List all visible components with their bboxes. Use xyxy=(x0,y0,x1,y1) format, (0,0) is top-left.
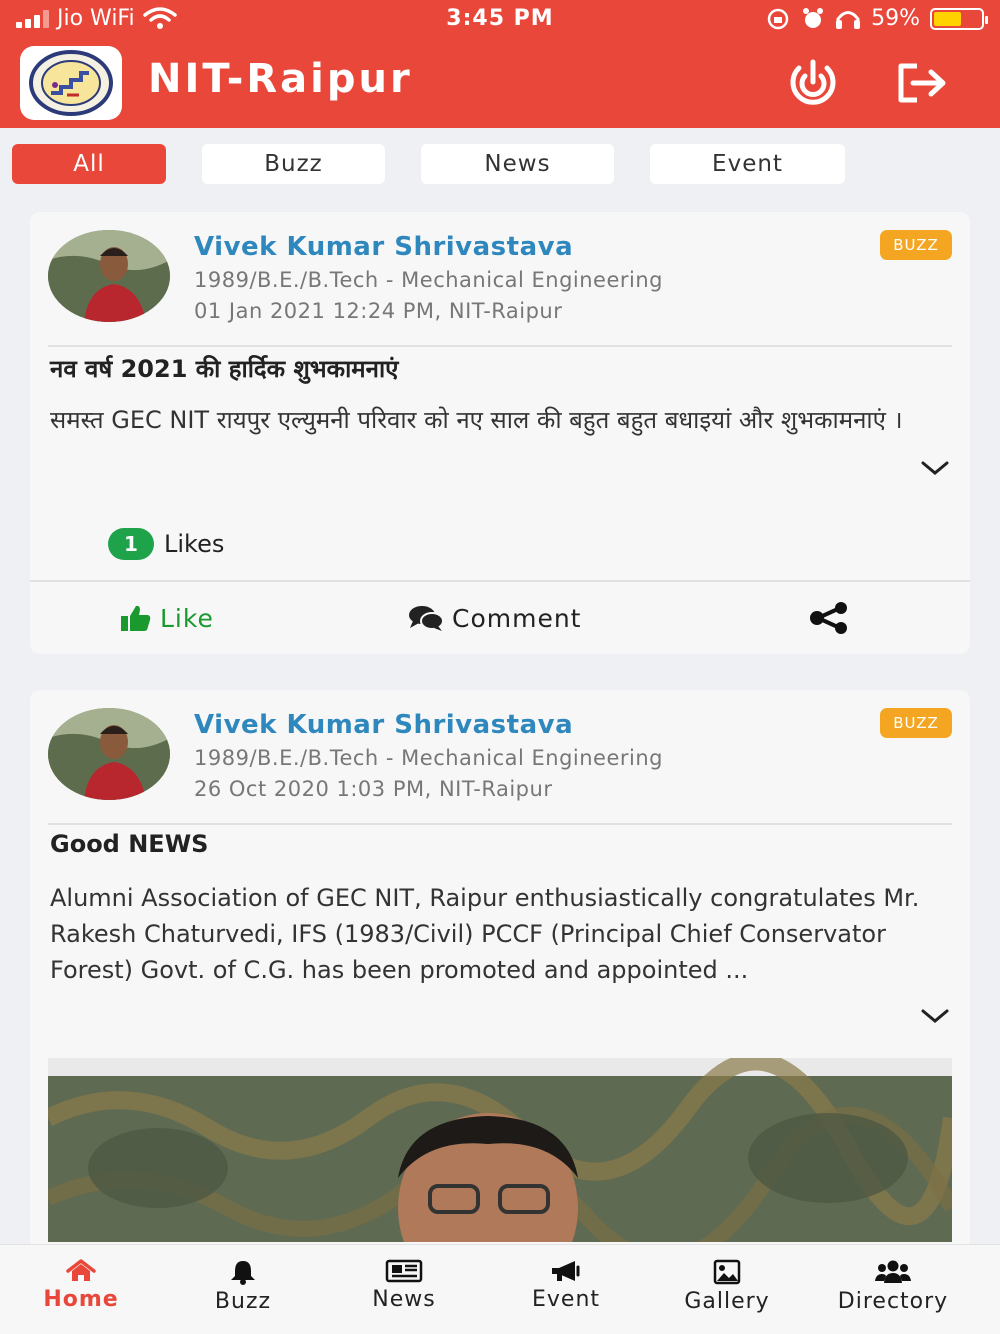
nav-home[interactable]: Home xyxy=(40,1259,122,1312)
comment-label: Comment xyxy=(452,603,582,633)
status-badge: BUZZ xyxy=(880,708,952,738)
battery-fill xyxy=(934,11,962,26)
post-timestamp: 01 Jan 2021 12:24 PM, NIT-Raipur xyxy=(194,299,563,323)
divider xyxy=(48,345,952,347)
nav-gallery-label: Gallery xyxy=(684,1289,770,1314)
megaphone-icon xyxy=(552,1261,580,1281)
post-image[interactable] xyxy=(48,1058,952,1242)
author-details: 1989/B.E./B.Tech - Mechanical Engineerin… xyxy=(194,268,663,292)
share-button[interactable] xyxy=(808,582,850,654)
comment-button[interactable]: Comment xyxy=(408,582,582,654)
thumbs-up-icon xyxy=(121,605,151,631)
tab-buzz[interactable]: Buzz xyxy=(202,144,385,184)
post-card: Vivek Kumar Shrivastava 1989/B.E./B.Tech… xyxy=(30,690,970,1250)
users-icon xyxy=(875,1260,911,1283)
bottom-nav: Home Buzz News Event Gallery Directory xyxy=(0,1244,1000,1334)
likes-summary[interactable]: 1 Likes xyxy=(108,528,224,560)
app-header-bar: Jio WiFi 3:45 PM 59% NIT-Raipur xyxy=(0,0,1000,128)
nav-home-label: Home xyxy=(43,1287,119,1312)
comment-icon xyxy=(409,606,444,631)
chevron-down-icon[interactable] xyxy=(920,458,950,478)
screen-lock-icon xyxy=(767,8,789,29)
logout-button[interactable] xyxy=(892,56,950,110)
post-card: Vivek Kumar Shrivastava 1989/B.E./B.Tech… xyxy=(30,212,970,654)
tab-news[interactable]: News xyxy=(421,144,614,184)
app-logo xyxy=(20,46,122,120)
filter-tabs: All Buzz News Event xyxy=(0,144,1000,186)
tab-all[interactable]: All xyxy=(12,144,166,184)
chevron-down-icon[interactable] xyxy=(920,1006,950,1026)
nav-news[interactable]: News xyxy=(366,1259,442,1312)
tab-event[interactable]: Event xyxy=(650,144,845,184)
post-title: नव वर्ष 2021 की हार्दिक शुभकामनाएं xyxy=(50,355,399,383)
nav-buzz-label: Buzz xyxy=(214,1289,272,1314)
nav-event-label: Event xyxy=(531,1287,601,1312)
author-details: 1989/B.E./B.Tech - Mechanical Engineerin… xyxy=(194,746,663,770)
nav-directory[interactable]: Directory xyxy=(832,1259,954,1314)
avatar[interactable] xyxy=(48,230,170,322)
nav-directory-label: Directory xyxy=(837,1289,949,1314)
app-title: NIT-Raipur xyxy=(148,56,413,102)
avatar[interactable] xyxy=(48,708,170,800)
like-label: Like xyxy=(160,603,214,633)
bell-icon xyxy=(231,1261,255,1285)
post-body: Alumni Association of GEC NIT, Raipur en… xyxy=(50,884,920,984)
status-badge: BUZZ xyxy=(880,230,952,260)
refresh-button[interactable] xyxy=(784,56,842,110)
newspaper-icon xyxy=(385,1259,423,1283)
like-button[interactable]: Like xyxy=(120,582,214,654)
author-name[interactable]: Vivek Kumar Shrivastava xyxy=(194,710,573,740)
post-actions: Like Comment xyxy=(30,582,970,654)
header: NIT-Raipur xyxy=(0,44,1000,124)
battery-icon xyxy=(930,7,988,30)
like-count: 1 xyxy=(108,528,154,560)
author-name[interactable]: Vivek Kumar Shrivastava xyxy=(194,232,573,262)
home-icon xyxy=(66,1259,96,1281)
image-icon xyxy=(713,1259,741,1285)
post-title: Good NEWS xyxy=(50,830,209,858)
divider xyxy=(48,823,952,825)
nav-event[interactable]: Event xyxy=(526,1259,606,1312)
refresh-icon xyxy=(790,59,836,105)
nav-buzz[interactable]: Buzz xyxy=(204,1259,282,1314)
status-right: 59% xyxy=(765,6,988,31)
battery-percent: 59% xyxy=(871,6,920,31)
post-timestamp: 26 Oct 2020 1:03 PM, NIT-Raipur xyxy=(194,777,553,801)
share-icon xyxy=(810,602,847,634)
nav-news-label: News xyxy=(372,1287,436,1312)
post-body: समस्त GEC NIT रायपुर एल्युमनी परिवार को … xyxy=(50,406,903,434)
headphones-icon xyxy=(836,10,861,29)
likes-label: Likes xyxy=(164,530,225,558)
nav-gallery[interactable]: Gallery xyxy=(680,1259,774,1314)
status-bar: Jio WiFi 3:45 PM 59% xyxy=(0,0,1000,40)
logout-icon xyxy=(898,63,946,103)
alarm-icon xyxy=(803,7,824,28)
